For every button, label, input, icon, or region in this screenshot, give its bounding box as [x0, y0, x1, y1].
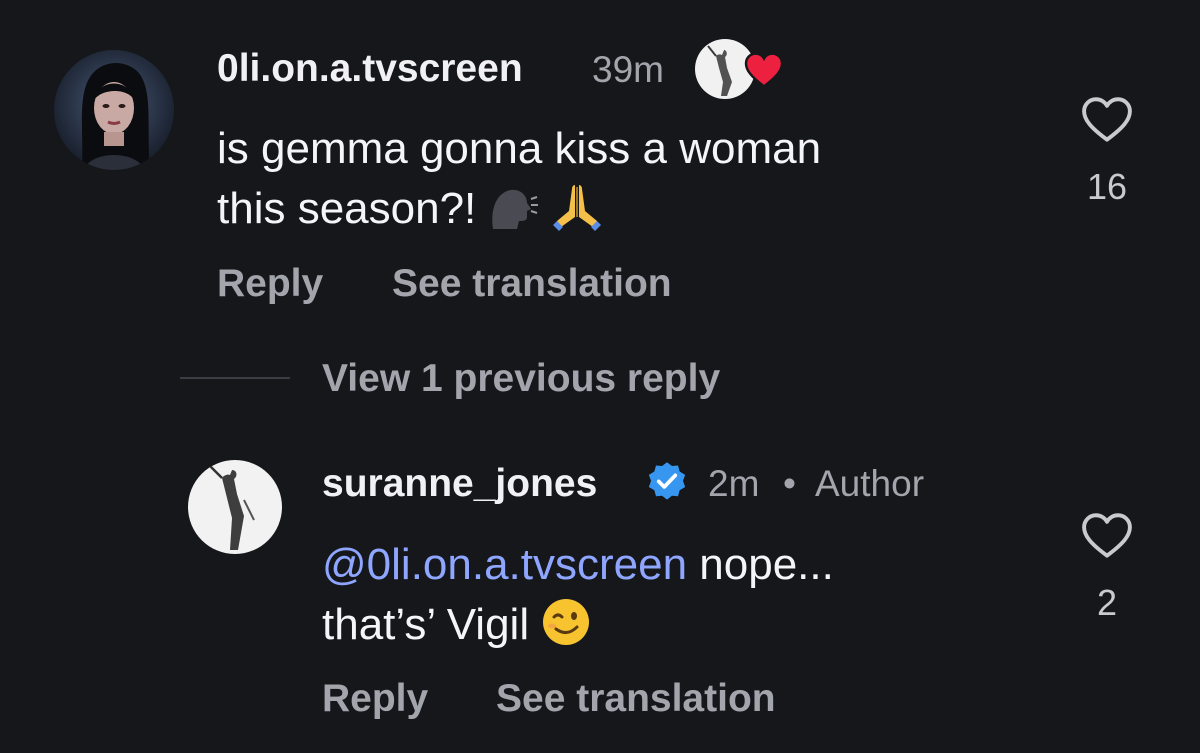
verified-badge-icon [648, 462, 686, 500]
reply-like-count: 2 [1096, 582, 1118, 623]
reply-author-avatar[interactable] [188, 460, 282, 554]
comment-text-line1: is gemma gonna kiss a woman [217, 124, 822, 173]
author-liked-indicator [694, 38, 786, 100]
author-badge: Author [815, 463, 925, 504]
winking-face-icon [541, 597, 591, 660]
comment-see-translation-button[interactable]: See translation [392, 262, 672, 306]
comment-text-line2: this season?! [217, 181, 603, 244]
reply-text-line2: that’s’ Vigil [322, 597, 591, 660]
reply-see-translation-button[interactable]: See translation [496, 677, 776, 721]
comment-timestamp: 39m [592, 49, 664, 90]
reply-username[interactable]: suranne_jones [322, 462, 597, 506]
commenter-username[interactable]: 0li.on.a.tvscreen [217, 47, 523, 91]
comment-like-heart-icon[interactable] [1080, 96, 1134, 144]
reply-reply-button[interactable]: Reply [322, 677, 428, 721]
heart-liked-icon [744, 52, 784, 88]
reply-text-line1-rest: nope... [687, 540, 834, 589]
commenter-avatar[interactable] [54, 50, 174, 170]
comment-like-count: 16 [1086, 166, 1128, 207]
comment-text-line2-content: this season?! [217, 184, 477, 233]
folded-hands-icon [551, 181, 603, 244]
reply-text-line1: @0li.on.a.tvscreen nope... [322, 537, 834, 592]
reply-meta-separator: • [783, 463, 796, 504]
speaking-head-icon [489, 185, 539, 244]
reply-like-heart-icon[interactable] [1080, 512, 1134, 560]
mention-link[interactable]: @0li.on.a.tvscreen [322, 540, 687, 589]
reply-timestamp: 2m [708, 463, 760, 504]
reply-text-line2-content: that’s’ Vigil [322, 600, 530, 649]
thread-divider [180, 377, 290, 379]
comment-reply-button[interactable]: Reply [217, 262, 323, 306]
view-previous-replies-button[interactable]: View 1 previous reply [322, 357, 720, 401]
